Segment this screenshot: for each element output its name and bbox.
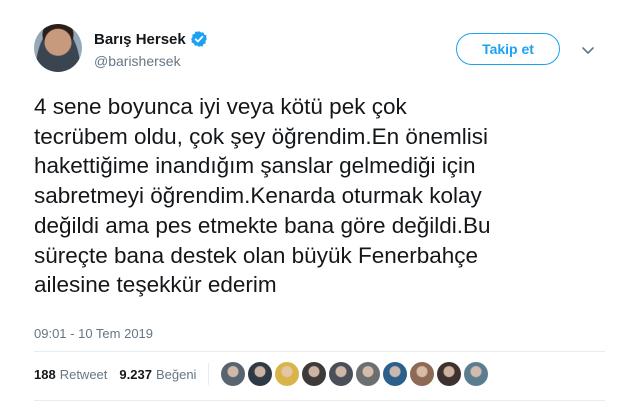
liker-avatar-8[interactable] <box>410 362 435 386</box>
retweet-stat[interactable]: 188 Retweet <box>34 367 107 382</box>
liker-avatar-5[interactable] <box>329 362 354 386</box>
follow-button[interactable]: Takip et <box>456 33 560 65</box>
like-stat[interactable]: 9.237 Beğeni <box>119 367 196 382</box>
user-handle[interactable]: @barishersek <box>94 53 208 69</box>
retweet-label: Retweet <box>59 366 108 382</box>
tweet-text: 4 sene boyunca iyi veya kötü pek çok tec… <box>34 94 491 298</box>
liker-avatar-4[interactable] <box>302 362 327 386</box>
verified-badge-icon <box>190 30 208 48</box>
like-count: 9.237 <box>119 366 152 382</box>
tweet-stats: 188 Retweet 9.237 Beğeni <box>34 362 489 386</box>
liker-avatar-6[interactable] <box>356 362 381 386</box>
chevron-down-icon[interactable] <box>580 42 596 58</box>
tweet-timestamp[interactable]: 09:01 - 10 Tem 2019 <box>34 326 153 341</box>
liker-avatars <box>221 362 489 386</box>
like-label: Beğeni <box>155 366 197 382</box>
liker-avatar-10[interactable] <box>464 362 489 386</box>
liker-avatar-3[interactable] <box>275 362 300 386</box>
user-name[interactable]: Barış Hersek <box>94 31 186 48</box>
liker-avatar-9[interactable] <box>437 362 462 386</box>
retweet-count: 188 <box>34 366 56 382</box>
stats-separator <box>208 363 210 385</box>
liker-avatar-2[interactable] <box>248 362 273 386</box>
divider-top <box>34 351 605 352</box>
liker-avatar-7[interactable] <box>383 362 408 386</box>
user-info: Barış Hersek @barishersek <box>94 30 208 69</box>
name-row: Barış Hersek <box>94 30 208 48</box>
user-avatar[interactable] <box>34 24 82 72</box>
liker-avatar-1[interactable] <box>221 362 246 386</box>
divider-bottom <box>34 400 605 401</box>
tweet-header: Barış Hersek @barishersek Takip et <box>34 24 605 76</box>
